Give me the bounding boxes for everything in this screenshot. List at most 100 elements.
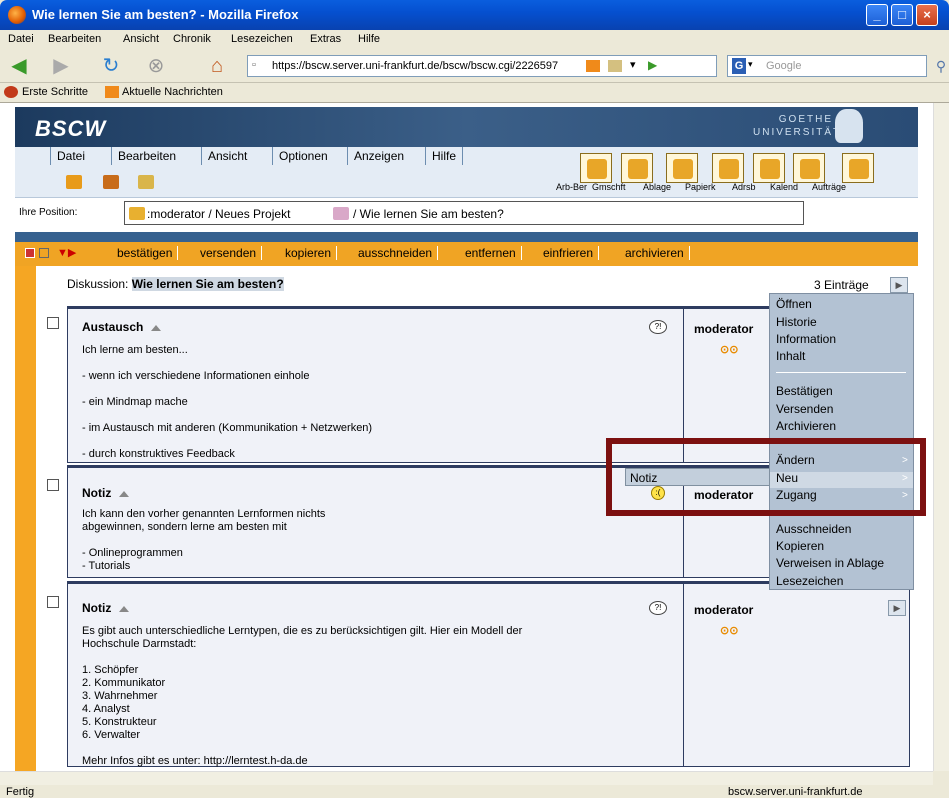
bscw-menu-ansicht[interactable]: Ansicht bbox=[201, 147, 253, 165]
bookmark-erste-schritte[interactable]: Erste Schritte bbox=[22, 86, 88, 98]
discussion-folder-icon[interactable] bbox=[333, 207, 349, 220]
bscw-menu-datei[interactable]: Datei bbox=[50, 147, 91, 165]
menu-bearbeiten[interactable]: Bearbeiten bbox=[48, 33, 101, 45]
back-icon[interactable]: ◀ bbox=[8, 55, 30, 77]
close-button[interactable]: × bbox=[916, 4, 938, 26]
window-titlebar[interactable]: Wie lernen Sie am besten? - Mozilla Fire… bbox=[0, 0, 949, 30]
window-title: Wie lernen Sie am besten? - Mozilla Fire… bbox=[32, 7, 299, 22]
minimize-button[interactable]: _ bbox=[866, 4, 888, 26]
position-label: Ihre Position: bbox=[19, 207, 78, 218]
ctx-oeffnen[interactable]: Öffnen bbox=[776, 297, 812, 311]
rss-bookmark-icon bbox=[105, 86, 119, 98]
bookmark-aktuelle-nachrichten[interactable]: Aktuelle Nachrichten bbox=[122, 86, 223, 98]
collapse-icon[interactable] bbox=[119, 491, 130, 497]
ctx-historie[interactable]: Historie bbox=[776, 315, 817, 329]
folder-share-icon[interactable] bbox=[138, 175, 154, 189]
ctx-information[interactable]: Information bbox=[776, 332, 836, 346]
left-strip bbox=[15, 266, 36, 771]
bscw-menu-bearbeiten[interactable]: Bearbeiten bbox=[111, 147, 182, 165]
entries-count: 3 Einträge bbox=[814, 278, 869, 292]
action-einfrieren[interactable]: einfrieren bbox=[538, 246, 600, 260]
action-versenden[interactable]: versenden bbox=[195, 246, 263, 260]
maximize-button[interactable]: □ bbox=[891, 4, 913, 26]
lock-icon[interactable] bbox=[608, 60, 622, 72]
action-kopieren[interactable]: kopieren bbox=[280, 246, 338, 260]
adrsb-button[interactable] bbox=[753, 153, 785, 183]
toolbar-label-arb-ber: Arb-Ber bbox=[556, 182, 588, 192]
toolbar-label-gmschft: Gmschft bbox=[592, 182, 626, 192]
glasses-icon: ⊙⊙ bbox=[720, 344, 739, 356]
discussion-label: Diskussion: bbox=[67, 277, 129, 291]
url-dropdown-icon[interactable]: ▾ bbox=[630, 58, 636, 71]
action-archivieren[interactable]: archivieren bbox=[620, 246, 690, 260]
entry-author[interactable]: moderator bbox=[694, 603, 753, 617]
collapse-icon[interactable] bbox=[119, 606, 130, 612]
menu-datei[interactable]: Datei bbox=[8, 33, 34, 45]
menu-hilfe[interactable]: Hilfe bbox=[358, 33, 380, 45]
ctx-versenden[interactable]: Versenden bbox=[776, 402, 833, 416]
action-ausschneiden[interactable]: ausschneiden bbox=[353, 246, 439, 260]
action-bestaetigen[interactable]: bestätigen bbox=[112, 246, 179, 260]
entry-author[interactable]: moderator bbox=[694, 322, 753, 336]
search-icon[interactable]: ⚲ bbox=[930, 55, 949, 77]
ctx-verweisen-in-ablage[interactable]: Verweisen in Ablage bbox=[776, 556, 884, 570]
horizontal-scrollbar[interactable] bbox=[0, 771, 933, 785]
toolbar-label-auftraege: Aufträge bbox=[812, 182, 847, 192]
search-box[interactable]: G ▾ Google bbox=[727, 55, 927, 77]
reload-icon[interactable]: ↻ bbox=[100, 55, 122, 77]
ctx-lesezeichen[interactable]: Lesezeichen bbox=[776, 574, 843, 588]
home-icon[interactable]: ⌂ bbox=[206, 55, 228, 77]
collapse-icon[interactable] bbox=[151, 325, 162, 331]
ctx-kopieren[interactable]: Kopieren bbox=[776, 539, 824, 553]
entry-title[interactable]: Austausch bbox=[82, 320, 162, 334]
menu-chronik[interactable]: Chronik bbox=[173, 33, 211, 45]
divider-bar bbox=[15, 232, 918, 242]
ctx-inhalt[interactable]: Inhalt bbox=[776, 349, 805, 363]
key-icon[interactable] bbox=[103, 175, 119, 189]
url-bar[interactable]: ▫ https://bscw.server.uni-frankfurt.de/b… bbox=[247, 55, 717, 77]
auftraege-button[interactable] bbox=[842, 153, 874, 183]
kalend-button[interactable] bbox=[793, 153, 825, 183]
action-entfernen[interactable]: entfernen bbox=[460, 246, 522, 260]
bscw-menu-optionen[interactable]: Optionen bbox=[272, 147, 334, 165]
entry-checkbox[interactable] bbox=[47, 596, 59, 608]
gmschft-button[interactable] bbox=[621, 153, 653, 183]
bscw-menu-hilfe[interactable]: Hilfe bbox=[425, 147, 464, 165]
google-icon[interactable]: G bbox=[732, 58, 746, 74]
menu-extras[interactable]: Extras bbox=[310, 33, 341, 45]
entry-menu-button[interactable]: ▶ bbox=[888, 600, 906, 616]
entry-title[interactable]: Notiz bbox=[82, 601, 130, 615]
ctx-bestaetigen[interactable]: Bestätigen bbox=[776, 384, 833, 398]
entry-checkbox[interactable] bbox=[47, 317, 59, 329]
home-folder-icon[interactable] bbox=[129, 207, 145, 220]
discussion-heading: Diskussion: Wie lernen Sie am besten? bbox=[67, 277, 284, 291]
stop-icon[interactable]: ⊗ bbox=[145, 55, 167, 77]
entry-title[interactable]: Notiz bbox=[82, 486, 130, 500]
arb-ber-button[interactable] bbox=[580, 153, 612, 183]
deselect-icon[interactable] bbox=[39, 248, 49, 258]
comment-icon[interactable]: ?! bbox=[649, 601, 667, 615]
entry-text: Ich lerne am besten... - wenn ich versch… bbox=[82, 344, 373, 460]
select-all-icon[interactable] bbox=[25, 248, 35, 258]
bscw-logo[interactable]: BSCW bbox=[35, 116, 106, 142]
ctx-archivieren[interactable]: Archivieren bbox=[776, 419, 836, 433]
vertical-scrollbar[interactable] bbox=[933, 103, 949, 771]
breadcrumb-path-project[interactable]: :moderator / Neues Projekt bbox=[147, 207, 290, 221]
action-bar: ▼▶ bestätigen versenden kopieren ausschn… bbox=[15, 242, 918, 266]
menu-ansicht[interactable]: Ansicht bbox=[123, 33, 159, 45]
filter-icon[interactable]: ▼▶ bbox=[57, 246, 76, 259]
status-bar: Fertig bscw.server.uni-frankfurt.de bbox=[0, 785, 949, 798]
discussion-menu-button[interactable]: ▶ bbox=[890, 277, 908, 293]
rss-icon[interactable] bbox=[586, 60, 600, 72]
menu-lesezeichen[interactable]: Lesezeichen bbox=[231, 33, 293, 45]
entry-checkbox[interactable] bbox=[47, 479, 59, 491]
ablage-button[interactable] bbox=[666, 153, 698, 183]
forward-icon[interactable]: ▶ bbox=[50, 55, 72, 77]
ctx-ausschneiden[interactable]: Ausschneiden bbox=[776, 522, 851, 536]
go-icon[interactable]: ▶ bbox=[648, 58, 657, 72]
papierk-button[interactable] bbox=[712, 153, 744, 183]
bscw-menu-anzeigen[interactable]: Anzeigen bbox=[347, 147, 410, 165]
clipboard-icon[interactable] bbox=[66, 175, 82, 189]
comment-icon[interactable]: ?! bbox=[649, 320, 667, 334]
search-engine-dropdown-icon[interactable]: ▾ bbox=[748, 59, 753, 70]
